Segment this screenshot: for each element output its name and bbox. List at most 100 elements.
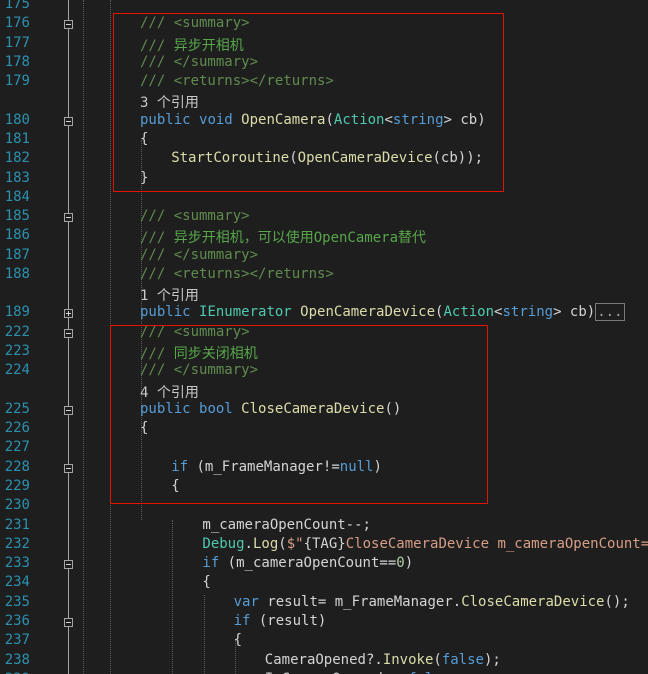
code-token: string — [502, 304, 554, 321]
line-number: 186 — [4, 227, 30, 244]
code-token: ) — [404, 555, 414, 572]
code-token: public — [140, 304, 191, 321]
line-number: 226 — [4, 420, 30, 437]
line-number: 232 — [4, 535, 30, 552]
code-token: /// <summary> — [140, 208, 250, 225]
code-line: /// <summary> — [140, 208, 250, 224]
collapse-region-icon[interactable] — [64, 560, 73, 570]
code-token: CameraOpened?. — [264, 651, 383, 668]
code-token: CloseCameraDevice m_cameraOpenCount= — [345, 535, 648, 552]
highlight-box — [113, 13, 504, 192]
code-line: { — [234, 632, 242, 648]
code-token: if — [233, 612, 251, 629]
line-number: 187 — [4, 246, 30, 263]
code-token: (result) — [250, 612, 327, 629]
code-line: /// <returns></returns> — [140, 266, 334, 282]
code-token: if — [202, 555, 220, 572]
line-number: 228 — [4, 458, 30, 475]
code-token: Invoke — [382, 651, 434, 668]
line-number: 189 — [4, 304, 30, 321]
line-number: 188 — [4, 265, 30, 282]
indent-guide — [83, 0, 84, 674]
line-number: 178 — [4, 53, 30, 70]
code-token: { — [233, 632, 243, 649]
code-line: /// </summary> — [140, 247, 258, 263]
collapse-region-icon[interactable] — [64, 463, 73, 473]
line-number: 233 — [4, 555, 30, 572]
code-line: if (result) — [234, 613, 327, 629]
code-token: result= m_FrameManager. — [258, 593, 462, 610]
line-number: 238 — [4, 651, 30, 668]
expand-region-icon[interactable] — [64, 309, 73, 319]
line-number: 224 — [4, 362, 30, 379]
line-number: 225 — [4, 400, 30, 417]
code-token: Debug — [202, 535, 245, 552]
line-number: 223 — [4, 343, 30, 360]
line-number: 222 — [4, 323, 30, 340]
code-line: m_cameraOpenCount--; — [202, 517, 371, 533]
line-number: 227 — [4, 439, 30, 456]
code-token: $" — [286, 535, 304, 552]
collapse-region-icon[interactable] — [64, 20, 73, 30]
code-token: 异步开相机，可以使用OpenCamera替代 — [173, 230, 427, 247]
code-line: var result= m_FrameManager.CloseCameraDe… — [234, 594, 630, 610]
code-token: ( — [433, 651, 442, 668]
code-line: { — [202, 574, 210, 590]
line-number: 176 — [4, 15, 30, 32]
indent-guide — [204, 595, 205, 674]
line-number: 234 — [4, 574, 30, 591]
code-token: m_cameraOpenCount--; — [202, 516, 371, 533]
code-line: CameraOpened?.Invoke(false); — [265, 652, 501, 668]
line-number: 235 — [4, 593, 30, 610]
reference-count-lens[interactable]: 1 个引用 — [140, 285, 199, 305]
collapse-region-icon[interactable] — [64, 116, 73, 126]
collapse-region-icon[interactable] — [64, 405, 73, 415]
code-editor[interactable]: 175 176/// <summary> 177/// 异步开相机 178/// </… — [0, 0, 648, 674]
collapse-region-icon[interactable] — [64, 617, 73, 627]
code-token: Action — [443, 304, 495, 321]
code-token: /// — [140, 230, 174, 247]
highlight-box — [110, 325, 488, 504]
code-token: ); — [483, 651, 501, 668]
line-number: 185 — [4, 208, 30, 225]
line-number: 184 — [4, 188, 30, 205]
line-number: 181 — [4, 130, 30, 147]
code-line: if (m_cameraOpenCount==0) — [202, 555, 413, 571]
code-token: IEnumerator — [199, 304, 292, 321]
code-token: CloseCameraDevice — [461, 593, 605, 610]
code-token: var — [233, 593, 259, 610]
line-number: 179 — [4, 73, 30, 90]
line-number: 231 — [4, 516, 30, 533]
line-number: 180 — [4, 111, 30, 128]
code-token: /// </summary> — [140, 246, 259, 263]
collapsed-region-marker[interactable]: ... — [595, 303, 625, 322]
code-token: > cb) — [553, 304, 596, 321]
code-line: /// 异步开相机，可以使用OpenCamera替代 — [140, 227, 426, 247]
code-token: (); — [604, 593, 630, 610]
line-number: 237 — [4, 632, 30, 649]
line-number: 183 — [4, 169, 30, 186]
code-token: {TAG} — [303, 535, 346, 552]
code-token: Log — [252, 535, 279, 552]
code-token: 0 — [396, 555, 405, 572]
code-token: (m_cameraOpenCount== — [219, 555, 397, 572]
code-token: 1 个引用 — [140, 288, 199, 305]
collapse-region-icon[interactable] — [64, 328, 73, 338]
line-number: 177 — [4, 34, 30, 51]
line-number: 182 — [4, 150, 30, 167]
code-line: Debug.Log($"{TAG}CloseCameraDevice m_cam… — [202, 536, 648, 552]
code-token: . — [244, 535, 253, 552]
code-line: public IEnumerator OpenCameraDevice(Acti… — [140, 303, 625, 322]
indent-guide — [172, 520, 173, 674]
line-number: 230 — [4, 497, 30, 514]
line-number: 236 — [4, 612, 30, 629]
code-token: { — [202, 574, 211, 591]
line-number: 175 — [4, 0, 30, 12]
code-token: ( — [278, 535, 287, 552]
code-token: false — [441, 651, 484, 668]
code-token: OpenCameraDevice — [300, 304, 436, 321]
collapse-region-icon[interactable] — [64, 213, 73, 223]
line-number: 229 — [4, 478, 30, 494]
